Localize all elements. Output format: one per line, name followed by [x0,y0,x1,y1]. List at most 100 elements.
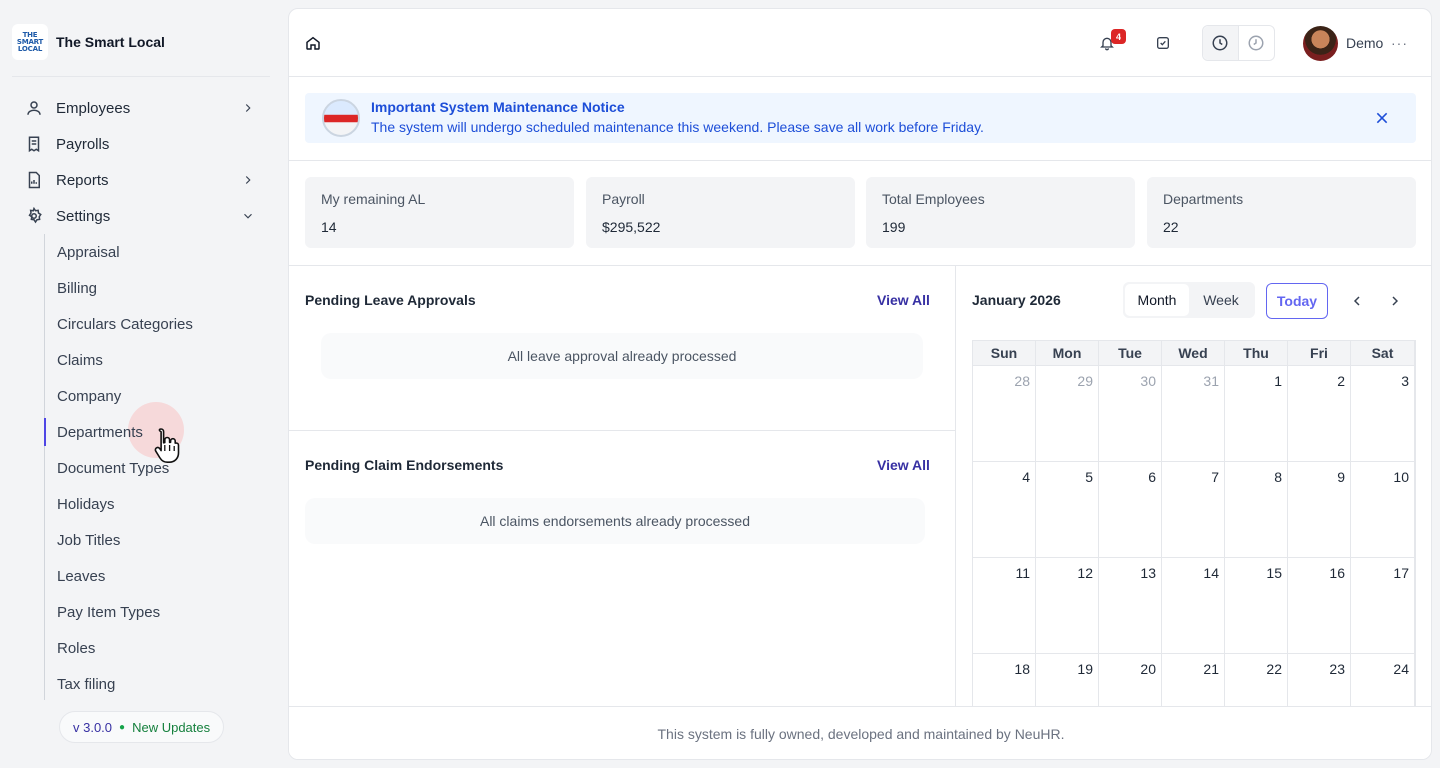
stat-value: 14 [321,219,337,235]
calendar-day-number: 23 [1329,661,1345,677]
stat-card-departments[interactable]: Departments 22 [1147,177,1416,248]
weekday-header: Wed [1162,341,1225,366]
weekday-header: Mon [1036,341,1099,366]
sidebar-item-settings[interactable]: Settings [24,202,260,230]
calendar-day-cell[interactable]: 29 [1036,366,1099,462]
brand[interactable]: THE SMART LOCAL The Smart Local [12,24,165,60]
sidebar: THE SMART LOCAL The Smart Local Employees … [0,0,282,768]
calendar-day-cell[interactable]: 17 [1351,558,1415,654]
stat-card-remaining-al[interactable]: My remaining AL 14 [305,177,574,248]
clock-out-button[interactable] [1239,26,1275,60]
sidebar-item-holidays[interactable]: Holidays [57,492,115,516]
clock-in-button[interactable] [1203,26,1239,60]
calendar-day-number: 21 [1203,661,1219,677]
calendar-day-number: 9 [1337,469,1345,485]
chevron-left-icon[interactable] [1349,293,1365,309]
chevron-down-icon [240,208,256,224]
avatar[interactable] [1303,26,1338,61]
notice-text: The system will undergo scheduled mainte… [371,119,984,135]
sidebar-divider [12,76,270,77]
calendar-day-number: 7 [1211,469,1219,485]
calendar-day-number: 3 [1401,373,1409,389]
version-badge[interactable]: v 3.0.0 ● New Updates [59,711,225,743]
footer: This system is fully owned, developed an… [289,706,1431,759]
sidebar-item-reports[interactable]: Reports [24,166,260,194]
sidebar-item-pay-item-types[interactable]: Pay Item Types [57,600,160,624]
chevron-right-icon[interactable] [1387,293,1403,309]
divider [289,430,955,431]
notification-badge: 4 [1111,29,1126,44]
task-check-icon[interactable] [1155,35,1173,53]
weekday-header: Sat [1351,341,1415,366]
sidebar-item-tax-filing[interactable]: Tax filing [57,672,115,696]
calendar-day-cell[interactable]: 3 [1351,366,1415,462]
calendar-day-cell[interactable]: 6 [1099,462,1162,558]
calendar-day-cell[interactable]: 2 [1288,366,1351,462]
version-label: v 3.0.0 [73,719,113,735]
brand-logo: THE SMART LOCAL [12,24,48,60]
calendar-day-cell[interactable]: 12 [1036,558,1099,654]
home-icon[interactable] [305,35,321,51]
sidebar-item-company[interactable]: Company [57,384,121,408]
calendar-day-cell[interactable]: 16 [1288,558,1351,654]
calendar-day-number: 8 [1274,469,1282,485]
calendar-day-cell[interactable]: 31 [1162,366,1225,462]
stat-card-total-employees[interactable]: Total Employees 199 [866,177,1135,248]
calendar-day-number: 28 [1014,373,1030,389]
status-dot-icon: ● [119,721,126,733]
claims-view-all-link[interactable]: View All [877,457,930,473]
calendar-day-cell[interactable]: 28 [973,366,1036,462]
sidebar-item-circulars-categories[interactable]: Circulars Categories [57,312,193,336]
calendar-day-cell[interactable]: 13 [1099,558,1162,654]
calendar-day-number: 14 [1203,565,1219,581]
week-view-button[interactable]: Week [1189,284,1253,316]
stat-label: Departments [1163,191,1244,207]
sidebar-item-leaves[interactable]: Leaves [57,564,105,588]
user-name[interactable]: Demo [1346,35,1383,51]
calendar-day-cell[interactable]: 11 [973,558,1036,654]
calendar-day-cell[interactable]: 8 [1225,462,1288,558]
notice-title: Important System Maintenance Notice [371,99,625,115]
sidebar-item-claims[interactable]: Claims [57,348,103,372]
brand-name: The Smart Local [56,34,165,50]
sidebar-item-appraisal[interactable]: Appraisal [57,240,120,264]
report-icon [24,170,44,190]
calendar-day-number: 30 [1140,373,1156,389]
sidebar-item-roles[interactable]: Roles [57,636,95,660]
maintenance-notice: Important System Maintenance Notice The … [305,93,1416,143]
calendar-day-cell[interactable]: 14 [1162,558,1225,654]
calendar-day-number: 22 [1266,661,1282,677]
leave-empty-state: All leave approval already processed [321,333,923,379]
month-view-button[interactable]: Month [1125,284,1189,316]
leave-view-all-link[interactable]: View All [877,292,930,308]
more-icon[interactable]: ··· [1391,35,1407,51]
calendar-day-number: 18 [1014,661,1030,677]
sidebar-item-billing[interactable]: Billing [57,276,97,300]
calendar-day-number: 5 [1085,469,1093,485]
calendar-day-number: 20 [1140,661,1156,677]
column-divider [955,265,956,706]
calendar-day-cell[interactable]: 30 [1099,366,1162,462]
weekday-header: Sun [973,341,1036,366]
today-button[interactable]: Today [1266,283,1328,319]
sidebar-item-payrolls[interactable]: Payrolls [24,130,260,158]
calendar-day-number: 10 [1393,469,1409,485]
close-icon[interactable] [1374,110,1390,126]
calendar-day-cell[interactable]: 1 [1225,366,1288,462]
sidebar-item-departments[interactable]: Departments [57,420,143,444]
calendar-day-cell[interactable]: 7 [1162,462,1225,558]
calendar-day-cell[interactable]: 5 [1036,462,1099,558]
calendar-day-number: 11 [1015,565,1030,581]
user-icon [24,98,44,118]
sidebar-item-employees[interactable]: Employees [24,94,260,122]
sidebar-item-job-titles[interactable]: Job Titles [57,528,120,552]
active-indicator [44,418,46,446]
calendar-day-cell[interactable]: 10 [1351,462,1415,558]
gear-icon [24,206,44,226]
stat-card-payroll[interactable]: Payroll $295,522 [586,177,855,248]
calendar-day-cell[interactable]: 9 [1288,462,1351,558]
calendar-day-cell[interactable]: 4 [973,462,1036,558]
stat-label: Payroll [602,191,645,207]
calendar-day-cell[interactable]: 15 [1225,558,1288,654]
calendar-view-toggle: Month Week [1123,282,1255,318]
